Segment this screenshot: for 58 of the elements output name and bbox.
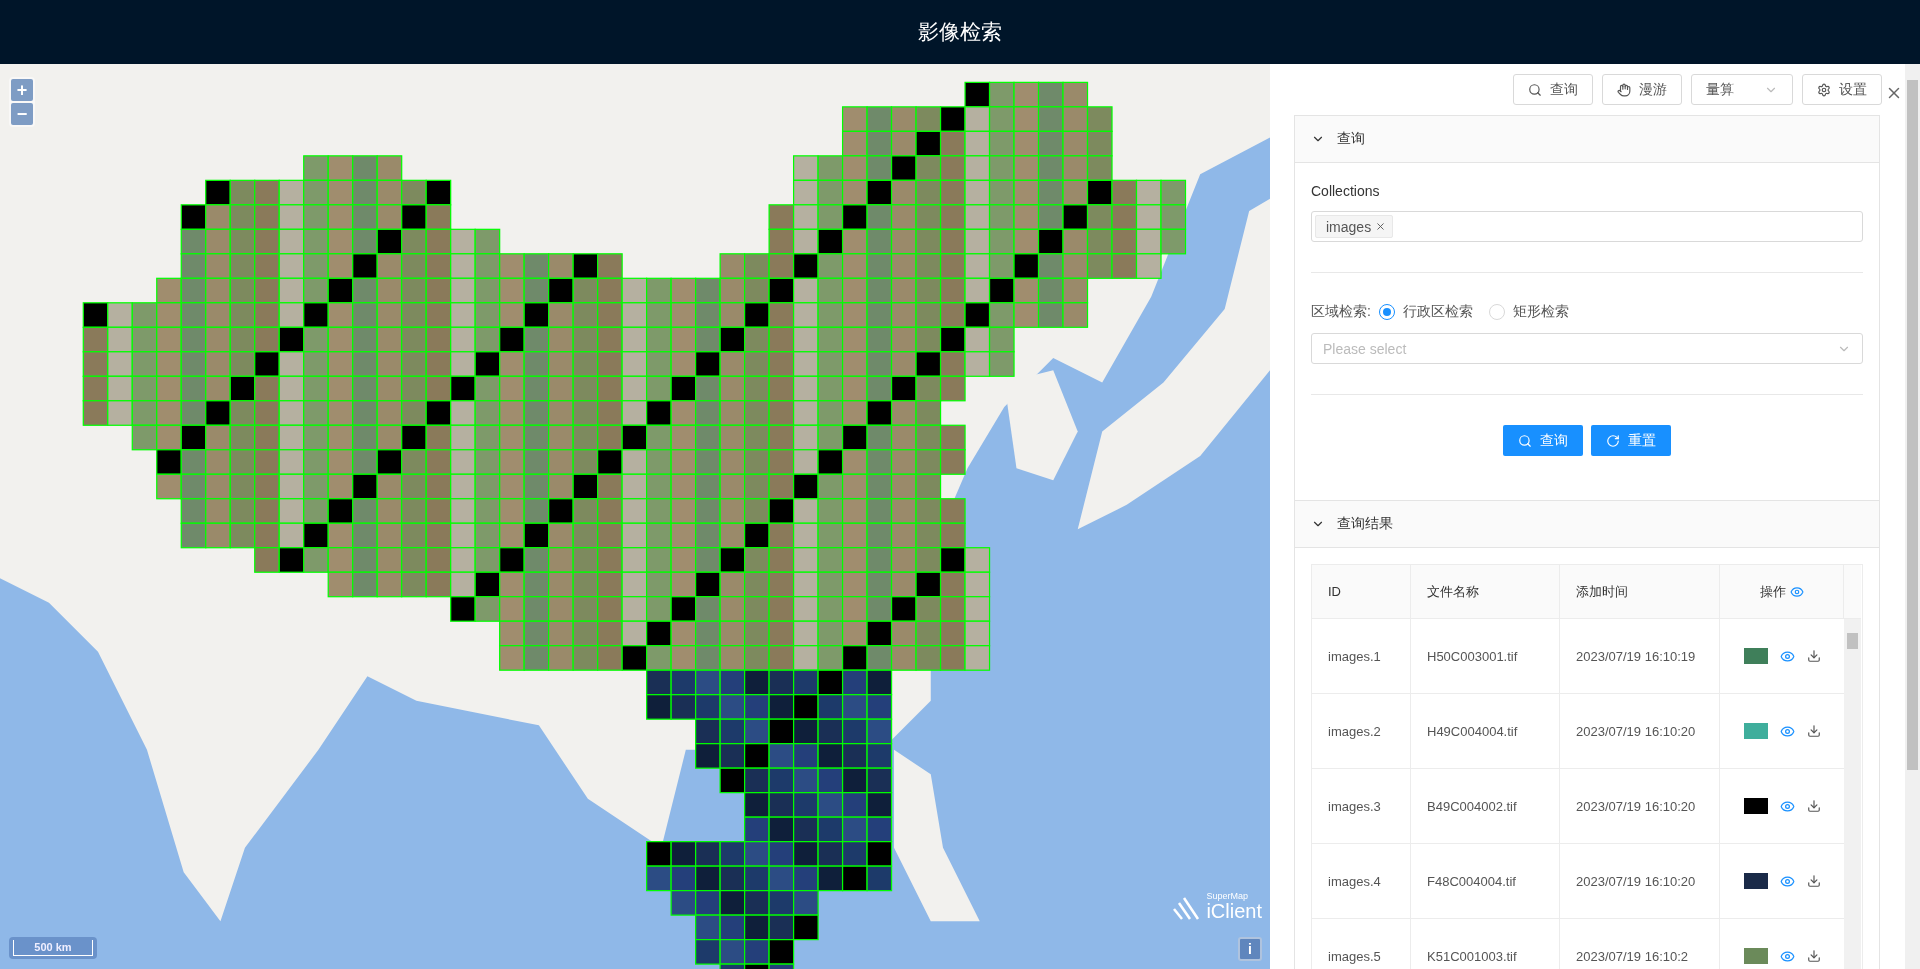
download-icon[interactable] [1806,874,1821,888]
remove-icon[interactable] [1375,221,1387,232]
card-title: 查询 [1337,130,1365,148]
eye-icon[interactable] [1789,584,1804,599]
scrollbar[interactable] [1844,619,1861,969]
eye-icon[interactable] [1779,873,1795,889]
eye-icon[interactable] [1779,948,1795,964]
collections-field[interactable]: images [1311,211,1863,242]
table-cell: 2023/07/19 16:10:19 [1560,619,1720,694]
toolbar-button[interactable]: 设置 [1802,74,1882,105]
table-cell: 2023/07/19 16:10:20 [1560,694,1720,769]
scale-label: 500 km [13,940,93,956]
field-label: Collections [1311,183,1381,199]
table-cell: images.3 [1312,769,1411,844]
hand-icon [1617,82,1631,97]
table-cell: K51C001003.tif [1411,919,1560,969]
table-cell: H50C003001.tif [1411,619,1560,694]
radio-label: 矩形检索 [1512,303,1569,321]
search-icon [1528,82,1542,97]
table-cell: B49C004002.tif [1411,769,1560,844]
logo-brand: SuperMap [1206,891,1248,901]
column-title: 文件名称 [1427,582,1479,601]
table-cell: 2023/07/19 16:10:20 [1560,769,1720,844]
tag: images [1315,215,1394,238]
reset-icon [1606,433,1620,448]
table-cell: 2023/07/19 16:10:20 [1560,844,1720,919]
info-button[interactable]: i [1238,937,1262,961]
toolbar-button[interactable]: 漫游 [1602,74,1682,105]
download-icon[interactable] [1806,949,1821,963]
table-cell: 2023/07/19 16:10:2 [1560,919,1720,969]
table-cell: images.1 [1312,619,1411,694]
table-cell: H49C004004.tif [1411,694,1560,769]
page-title: 影像检索 [918,19,1002,45]
eye-icon[interactable] [1779,798,1795,814]
search-icon [1518,433,1532,448]
card-header[interactable]: 查询结果 [1295,501,1879,548]
logo-product: iClient [1206,901,1262,921]
satellite-map-drawing[interactable] [0,64,1270,969]
download-icon[interactable] [1806,649,1821,663]
toolbar-button[interactable]: 查询 [1513,74,1593,105]
card-title: 查询结果 [1337,515,1393,533]
download-icon[interactable] [1806,724,1821,738]
column-title: 操作 [1759,582,1786,601]
radio-label: 行政区检索 [1402,303,1473,321]
scrollbar[interactable] [1905,64,1920,969]
table-cell: F48C004004.tif [1411,844,1560,919]
eye-icon[interactable] [1779,723,1795,739]
measure-select[interactable]: 量算 [1691,74,1793,105]
table-cell: images.4 [1312,844,1411,919]
column-title: 添加时间 [1576,582,1628,601]
column-title: ID [1328,584,1341,599]
table-cell: images.5 [1312,919,1411,969]
table-cell: images.2 [1312,694,1411,769]
field-label: 区域检索: [1311,303,1371,321]
download-icon[interactable] [1806,799,1821,813]
card-header[interactable]: 查询 [1295,116,1879,163]
eye-icon[interactable] [1779,648,1795,664]
settings-icon [1817,82,1831,97]
